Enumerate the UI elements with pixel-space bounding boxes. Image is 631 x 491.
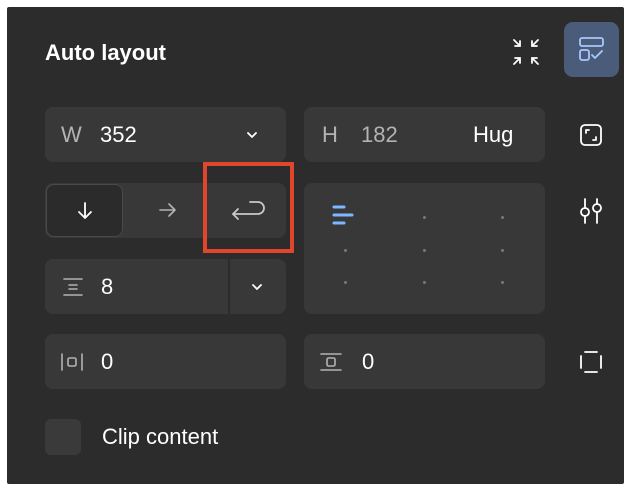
width-field[interactable]: W 352 <box>45 107 286 162</box>
align-dot-top-right[interactable] <box>501 216 504 219</box>
resize-to-fit-icon[interactable] <box>576 120 606 150</box>
vertical-padding-value[interactable]: 0 <box>362 351 374 373</box>
align-dot-mid-left[interactable] <box>344 249 347 252</box>
height-value[interactable]: 182 <box>361 124 398 146</box>
layout-check-icon <box>579 37 604 61</box>
alignment-grid[interactable] <box>304 183 545 314</box>
align-dot-mid-center[interactable] <box>423 249 426 252</box>
width-value[interactable]: 352 <box>100 124 137 146</box>
auto-layout-panel: Auto layout W 352 H 182 Hug 8 0 0 Clip c… <box>7 7 624 484</box>
panel-title: Auto layout <box>45 40 166 65</box>
horizontal-padding-value[interactable]: 0 <box>101 351 113 373</box>
chevron-down-icon[interactable] <box>245 130 259 140</box>
vertical-padding-field[interactable]: 0 <box>304 334 545 389</box>
direction-vertical-button[interactable] <box>46 184 123 237</box>
horizontal-padding-field[interactable]: 0 <box>45 334 286 389</box>
clip-content-checkbox[interactable] <box>45 419 81 455</box>
align-dot-bottom-right[interactable] <box>501 281 504 284</box>
layout-settings-button[interactable] <box>564 22 619 77</box>
gap-icon <box>63 278 83 296</box>
align-dot-mid-right[interactable] <box>501 249 504 252</box>
advanced-settings-icon[interactable] <box>575 196 607 226</box>
height-field[interactable]: H 182 Hug <box>304 107 545 162</box>
vertical-padding-icon <box>320 353 342 371</box>
gap-value[interactable]: 8 <box>101 276 113 298</box>
gap-field[interactable]: 8 <box>45 259 286 314</box>
align-left-icon[interactable] <box>330 203 358 229</box>
clip-content-label: Clip content <box>102 424 219 449</box>
individual-padding-icon[interactable] <box>576 347 606 377</box>
arrow-right-icon[interactable] <box>157 199 179 221</box>
gap-divider <box>228 259 230 314</box>
height-mode[interactable]: Hug <box>473 124 513 146</box>
chevron-down-icon[interactable] <box>250 282 264 292</box>
height-label: H <box>322 122 338 147</box>
width-label: W <box>61 122 82 147</box>
arrow-down-icon <box>78 202 92 219</box>
align-dot-top-center[interactable] <box>423 216 426 219</box>
align-dot-bottom-center[interactable] <box>423 281 426 284</box>
horizontal-padding-icon <box>61 353 83 371</box>
wrap-highlight-box <box>203 162 294 253</box>
collapse-icon[interactable] <box>509 35 543 69</box>
align-dot-bottom-left[interactable] <box>344 281 347 284</box>
